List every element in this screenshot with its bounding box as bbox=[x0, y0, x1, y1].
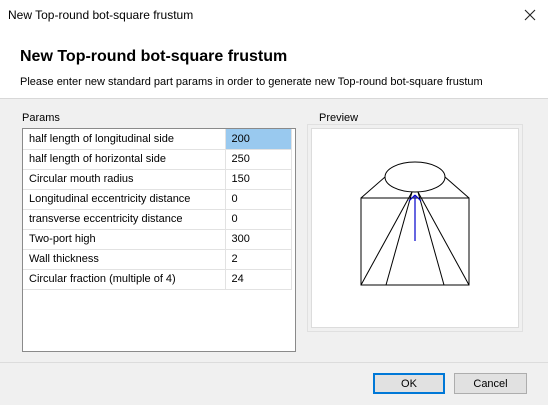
close-button[interactable] bbox=[518, 3, 542, 27]
dialog-body: Params half length of longitudinal side … bbox=[0, 98, 548, 363]
param-row[interactable]: Circular fraction (multiple of 4) 24 bbox=[23, 269, 292, 290]
preview-group-label: Preview bbox=[319, 112, 359, 124]
param-row[interactable]: half length of horizontal side 250 bbox=[23, 149, 292, 170]
ok-button[interactable]: OK bbox=[373, 373, 445, 394]
param-value[interactable]: 0 bbox=[225, 209, 292, 230]
page-title: New Top-round bot-square frustum bbox=[20, 48, 288, 65]
params-group-label: Params bbox=[22, 112, 60, 124]
window-title: New Top-round bot-square frustum bbox=[8, 8, 194, 22]
param-name: Circular fraction (multiple of 4) bbox=[23, 269, 226, 290]
preview-panel bbox=[311, 128, 519, 328]
param-value[interactable]: 250 bbox=[225, 149, 292, 170]
params-grid[interactable]: half length of longitudinal side 200 hal… bbox=[22, 128, 296, 352]
param-name: Two-port high bbox=[23, 229, 226, 250]
param-name: half length of horizontal side bbox=[23, 149, 226, 170]
param-row[interactable]: Longitudinal eccentricity distance 0 bbox=[23, 189, 292, 210]
frustum-preview-image bbox=[360, 161, 470, 286]
param-row[interactable]: Wall thickness 2 bbox=[23, 249, 292, 270]
param-name: Longitudinal eccentricity distance bbox=[23, 189, 226, 210]
param-row[interactable]: half length of longitudinal side 200 bbox=[23, 129, 292, 150]
dialog-header: New Top-round bot-square frustum Please … bbox=[0, 30, 548, 98]
param-value[interactable]: 300 bbox=[225, 229, 292, 250]
param-row[interactable]: Circular mouth radius 150 bbox=[23, 169, 292, 190]
param-value[interactable]: 150 bbox=[225, 169, 292, 190]
axis-indicator bbox=[408, 194, 422, 241]
title-bar: New Top-round bot-square frustum bbox=[0, 0, 548, 30]
param-value[interactable]: 2 bbox=[225, 249, 292, 270]
param-name: transverse eccentricity distance bbox=[23, 209, 226, 230]
param-name: Wall thickness bbox=[23, 249, 226, 270]
dialog-footer: OK Cancel bbox=[0, 362, 548, 405]
param-name: half length of longitudinal side bbox=[23, 129, 226, 150]
close-icon bbox=[524, 9, 536, 21]
cancel-button[interactable]: Cancel bbox=[454, 373, 527, 394]
param-value[interactable]: 24 bbox=[225, 269, 292, 290]
param-row[interactable]: Two-port high 300 bbox=[23, 229, 292, 250]
param-row[interactable]: transverse eccentricity distance 0 bbox=[23, 209, 292, 230]
param-value[interactable]: 200 bbox=[225, 129, 292, 150]
params-table: half length of longitudinal side 200 hal… bbox=[23, 129, 292, 290]
page-description: Please enter new standard part params in… bbox=[20, 76, 483, 88]
param-name: Circular mouth radius bbox=[23, 169, 226, 190]
param-value[interactable]: 0 bbox=[225, 189, 292, 210]
